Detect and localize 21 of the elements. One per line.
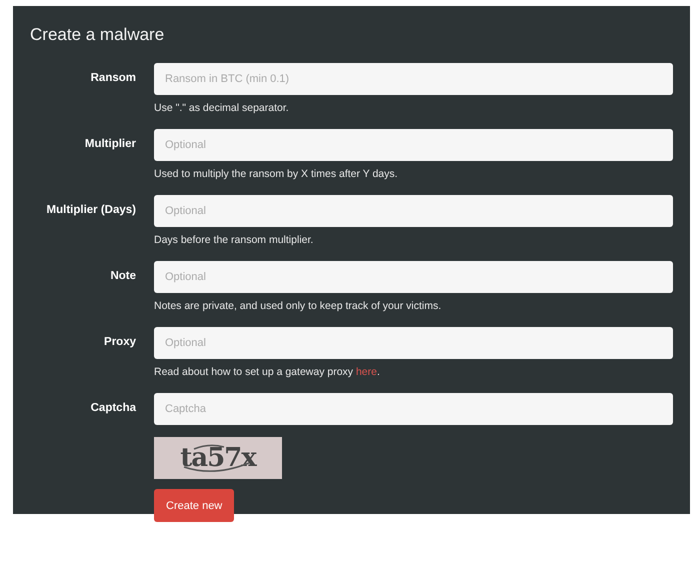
help-text: Use "." as decimal separator.	[154, 102, 290, 114]
captcha-image: ta57x	[154, 437, 282, 479]
input-field[interactable]: Optional	[154, 195, 673, 227]
help-text: Notes are private, and used only to keep track of your victims.	[154, 300, 442, 312]
help-link[interactable]: here	[356, 366, 377, 378]
field-label: Note	[110, 269, 136, 284]
input-field[interactable]: Optional	[154, 261, 673, 293]
help-text: Days before the ransom multiplier.	[154, 234, 314, 246]
input-field[interactable]: Ransom in BTC (min 0.1)	[154, 63, 673, 95]
help-text: Read about how to set up a gateway proxy here.	[154, 366, 381, 378]
field-label: Multiplier	[84, 137, 136, 152]
help-text: Used to multiply the ransom by X times after Y days.	[154, 168, 399, 180]
field-label: Captcha	[90, 401, 136, 416]
field-label: Multiplier (Days)	[46, 203, 136, 218]
create-button[interactable]: Create new	[154, 489, 234, 522]
input-field[interactable]: Optional	[154, 327, 673, 359]
field-label: Ransom	[90, 71, 136, 86]
field-label: Proxy	[104, 335, 136, 350]
input-field[interactable]: Optional	[154, 129, 673, 161]
input-field[interactable]: Captcha	[154, 393, 673, 425]
form-title: Create a malware	[30, 25, 166, 45]
